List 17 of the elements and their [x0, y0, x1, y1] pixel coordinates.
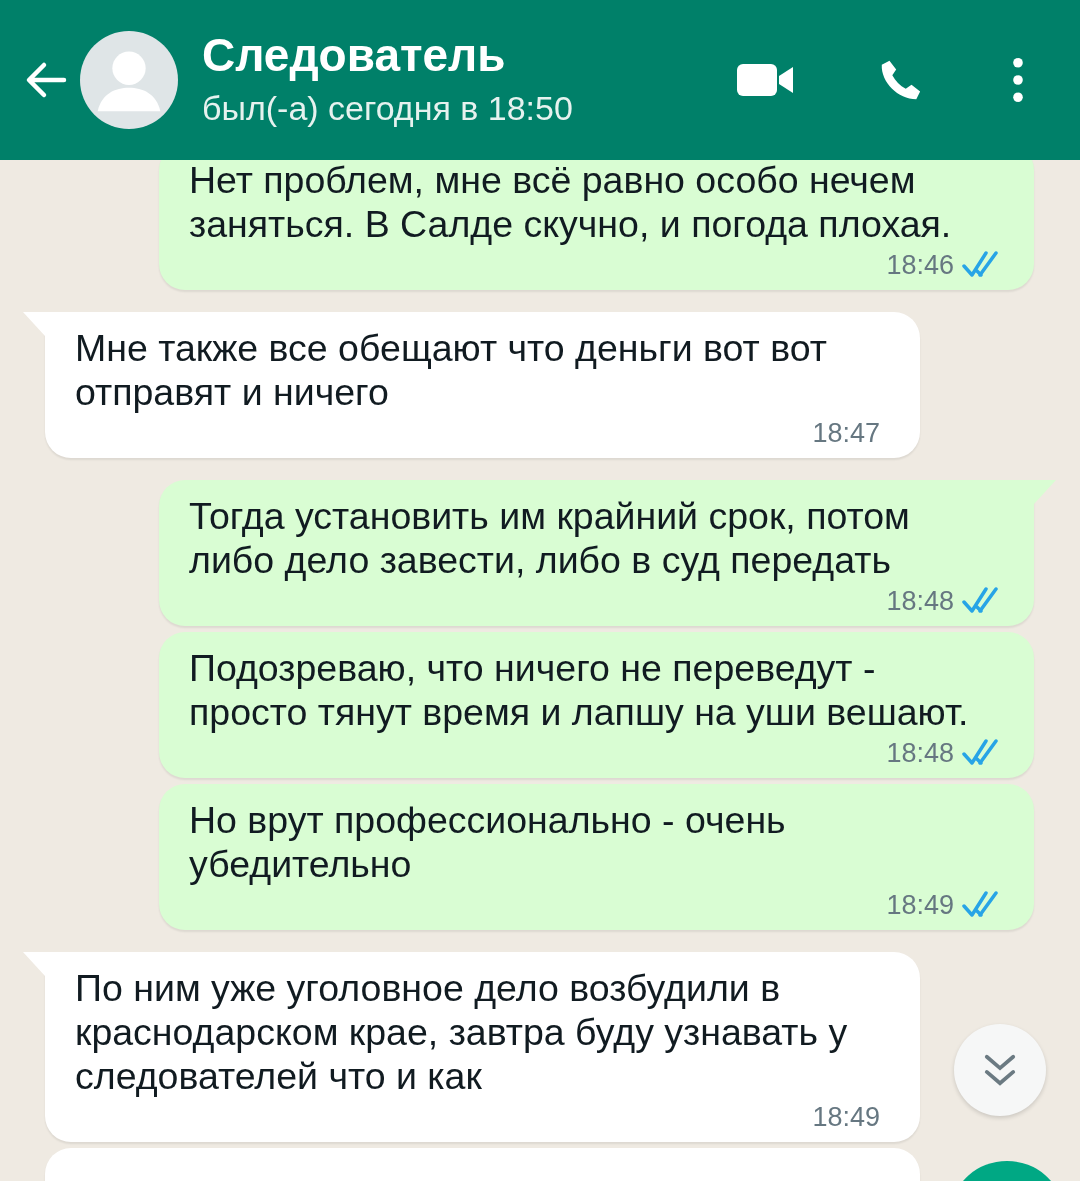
avatar-icon[interactable]: [80, 31, 178, 129]
message-time: 18:49: [886, 889, 954, 921]
last-seen-status: был(-а) сегодня в 18:50: [202, 88, 574, 128]
message-text: Тогда установить им крайний срок, потом либо дело завести, либо в суд передать: [189, 494, 911, 582]
message-time: 18:48: [886, 585, 954, 617]
message-text: Подозреваю, что ничего не переведут - просто тянут время и лапшу на уши вешают.: [189, 646, 970, 734]
message-time: 18:49: [812, 1101, 880, 1133]
message-text: По ним уже уголовное дело возбудили в краснодарском крае, завтра буду узнавать у следователей что и как: [75, 966, 849, 1098]
contact-name[interactable]: Следователь: [202, 28, 735, 82]
scroll-down-button[interactable]: [954, 1024, 1046, 1116]
message-text: Мне также все обещают что деньги вот вот отправят и ничего: [75, 326, 828, 414]
message-text: Нет проблем, мне всё равно особо нечем заняться. В Салде скучно, и погода плохая.: [189, 160, 953, 246]
message-time: 18:47: [812, 417, 880, 449]
message-text: Но врут профессионально - очень убедительно: [189, 798, 787, 886]
message-time: 18:48: [886, 737, 954, 769]
menu-icon[interactable]: [1011, 57, 1025, 103]
message-time: 18:46: [886, 249, 954, 281]
